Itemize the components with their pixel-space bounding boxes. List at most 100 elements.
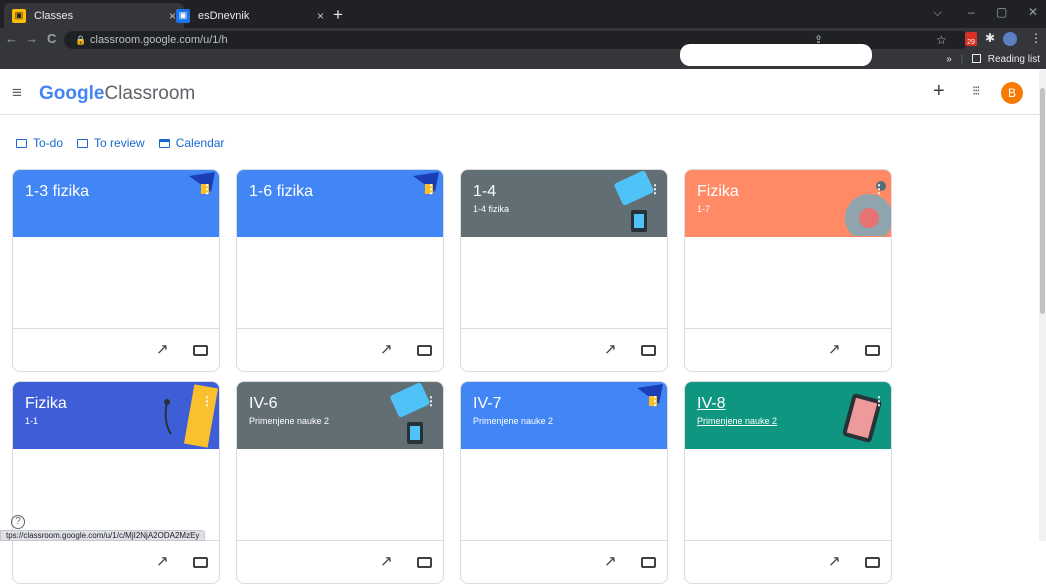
restore-button[interactable]: ▢ bbox=[996, 5, 1007, 19]
reload-icon[interactable]: C bbox=[47, 31, 56, 46]
folder-icon[interactable] bbox=[865, 345, 880, 356]
class-card-banner[interactable]: 1-4 1-4 fizika ⋮ bbox=[461, 170, 667, 237]
class-card-banner[interactable]: 1-6 fizika ⋮ bbox=[237, 170, 443, 237]
chrome-menu-icon[interactable]: ⋮ bbox=[1030, 31, 1042, 45]
class-card-footer: ↗ bbox=[237, 540, 443, 583]
class-section: Primenjene nauke 2 bbox=[249, 416, 330, 426]
back-icon[interactable]: ← bbox=[5, 31, 18, 46]
class-card[interactable]: Fizika 1-7 ⋮ ↗ bbox=[684, 169, 892, 372]
new-tab-button[interactable]: + bbox=[333, 5, 343, 25]
folder-icon[interactable] bbox=[865, 557, 880, 568]
class-card[interactable]: IV-8 Primenjene nauke 2 ⋮ ↗ bbox=[684, 381, 892, 584]
class-card-banner[interactable]: 1-3 fizika ⋮ bbox=[13, 170, 219, 237]
class-section: Primenjene nauke 2 bbox=[697, 416, 778, 426]
class-card[interactable]: IV-7 Primenjene nauke 2 ⋮ ↗ bbox=[460, 381, 668, 584]
class-title[interactable]: 1-4 bbox=[473, 182, 655, 202]
extension-badge-icon[interactable]: 29 bbox=[965, 32, 977, 46]
status-url-bar: tps://classroom.google.com/u/1/c/MjI2NjA… bbox=[0, 530, 206, 541]
esdnevnik-favicon-icon: ▣ bbox=[176, 8, 190, 23]
gradebook-trend-icon[interactable]: ↗ bbox=[604, 340, 617, 358]
class-title[interactable]: IV-6 bbox=[249, 394, 431, 414]
folder-icon[interactable] bbox=[193, 557, 208, 568]
browser-toolbar: ← → C 🔒 classroom.google.com/u/1/h ⇪ ☆ 2… bbox=[0, 28, 1046, 52]
url-text: classroom.google.com/u/1/h bbox=[90, 34, 228, 46]
class-options-icon[interactable]: ⋮ bbox=[649, 394, 661, 408]
class-options-icon[interactable]: ⋮ bbox=[873, 394, 885, 408]
folder-icon[interactable] bbox=[417, 345, 432, 356]
class-card-banner[interactable]: IV-8 Primenjene nauke 2 ⋮ bbox=[685, 382, 891, 449]
todo-icon bbox=[16, 138, 27, 148]
class-card-footer: ↗ bbox=[685, 328, 891, 371]
gradebook-trend-icon[interactable]: ↗ bbox=[156, 340, 169, 358]
class-section: Primenjene nauke 2 bbox=[473, 416, 554, 426]
folder-icon[interactable] bbox=[417, 557, 432, 568]
gradebook-trend-icon[interactable]: ↗ bbox=[828, 340, 841, 358]
gradebook-trend-icon[interactable]: ↗ bbox=[604, 552, 617, 570]
minimize-button[interactable]: – bbox=[968, 5, 975, 19]
class-title[interactable]: Fizika bbox=[697, 182, 879, 202]
to-review-link[interactable]: To review bbox=[77, 136, 145, 150]
lock-icon: 🔒 bbox=[75, 35, 87, 45]
classroom-wordmark: Classroom bbox=[104, 83, 196, 104]
todo-label: To-do bbox=[33, 136, 64, 150]
class-title[interactable]: 1-6 fizika bbox=[249, 182, 431, 202]
class-card-banner[interactable]: Fizika 1-1 ⋮ bbox=[13, 382, 219, 449]
class-title[interactable]: 1-3 fizika bbox=[25, 182, 207, 202]
scrollbar-thumb[interactable] bbox=[1040, 88, 1045, 314]
forward-icon[interactable]: → bbox=[25, 31, 38, 46]
profile-icon[interactable] bbox=[1003, 32, 1017, 46]
google-apps-icon[interactable]: ⁝⁝⁝ bbox=[972, 83, 981, 99]
class-options-icon[interactable]: ⋮ bbox=[201, 182, 213, 196]
folder-icon[interactable] bbox=[641, 345, 656, 356]
class-card[interactable]: 1-4 1-4 fizika ⋮ ↗ bbox=[460, 169, 668, 372]
gradebook-trend-icon[interactable]: ↗ bbox=[156, 552, 169, 570]
classroom-header: ≡ GoogleClassroom + ⁝⁝⁝ B bbox=[0, 69, 1046, 115]
banner-illustration bbox=[399, 170, 443, 241]
class-title[interactable]: IV-7 bbox=[473, 394, 655, 414]
class-section: 1-4 fizika bbox=[473, 204, 510, 214]
reading-list-label: Reading list bbox=[987, 54, 1040, 65]
main-menu-icon[interactable]: ≡ bbox=[12, 83, 22, 103]
help-icon[interactable]: ? bbox=[11, 515, 25, 529]
calendar-icon bbox=[158, 138, 170, 148]
class-card[interactable]: IV-6 Primenjene nauke 2 ⋮ ↗ bbox=[236, 381, 444, 584]
class-card[interactable]: 1-6 fizika ⋮ ↗ bbox=[236, 169, 444, 372]
todo-link[interactable]: To-do bbox=[16, 136, 63, 150]
tab-esdnevnik[interactable]: ▣ esDnevnik × bbox=[168, 3, 332, 28]
close-tab-icon[interactable]: × bbox=[317, 9, 324, 23]
class-options-icon[interactable]: ⋮ bbox=[649, 182, 661, 196]
gradebook-trend-icon[interactable]: ↗ bbox=[828, 552, 841, 570]
close-window-button[interactable]: ✕ bbox=[1028, 5, 1038, 19]
class-card-banner[interactable]: IV-7 Primenjene nauke 2 ⋮ bbox=[461, 382, 667, 449]
folder-icon[interactable] bbox=[641, 557, 656, 568]
class-options-icon[interactable]: ⋮ bbox=[425, 182, 437, 196]
calendar-link[interactable]: Calendar bbox=[158, 136, 224, 150]
class-card[interactable]: 1-3 fizika ⋮ ↗ bbox=[12, 169, 220, 372]
extensions-puzzle-icon[interactable]: ✱ bbox=[985, 31, 995, 45]
class-title[interactable]: Fizika bbox=[25, 394, 207, 414]
gradebook-trend-icon[interactable]: ↗ bbox=[380, 552, 393, 570]
bookmark-star-icon[interactable]: ☆ bbox=[936, 31, 947, 49]
tab-esdnevnik-title: esDnevnik bbox=[198, 9, 250, 22]
folder-icon[interactable] bbox=[193, 345, 208, 356]
class-options-icon[interactable]: ⋮ bbox=[873, 182, 885, 196]
class-card-banner[interactable]: IV-6 Primenjene nauke 2 ⋮ bbox=[237, 382, 443, 449]
class-card-banner[interactable]: Fizika 1-7 ⋮ bbox=[685, 170, 891, 242]
class-title[interactable]: IV-8 bbox=[697, 394, 879, 414]
gradebook-trend-icon[interactable]: ↗ bbox=[380, 340, 393, 358]
account-avatar[interactable]: B bbox=[1001, 82, 1023, 104]
class-card-footer: ↗ bbox=[461, 328, 667, 371]
classroom-favicon-icon: ▣ bbox=[12, 8, 26, 23]
class-options-icon[interactable]: ⋮ bbox=[425, 394, 437, 408]
bookmarks-overflow-icon[interactable]: » bbox=[946, 54, 952, 65]
tab-classes-title: Classes bbox=[34, 9, 74, 22]
class-card[interactable]: Fizika 1-1 ⋮ ↗ bbox=[12, 381, 220, 584]
reading-list-button[interactable]: » | Reading list bbox=[946, 54, 1040, 65]
create-join-class-button[interactable]: + bbox=[933, 80, 945, 103]
class-options-icon[interactable]: ⋮ bbox=[201, 394, 213, 408]
class-card-footer: ↗ bbox=[461, 540, 667, 583]
tab-classes[interactable]: ▣ Classes × bbox=[4, 3, 184, 28]
classroom-logo[interactable]: GoogleClassroom bbox=[39, 83, 195, 105]
to-review-label: To review bbox=[94, 136, 145, 150]
tab-search-icon[interactable]: ⌵ bbox=[933, 5, 942, 20]
